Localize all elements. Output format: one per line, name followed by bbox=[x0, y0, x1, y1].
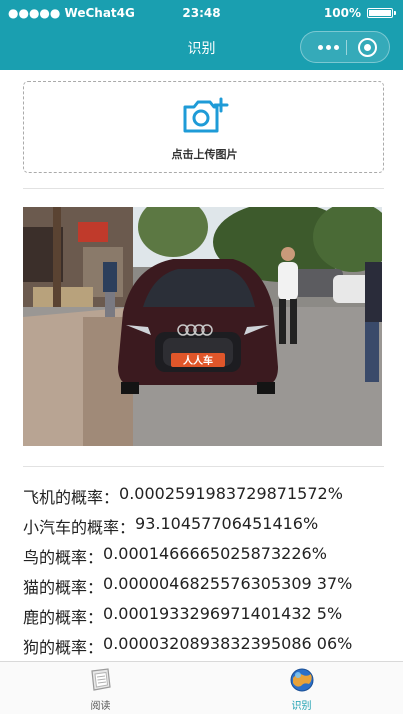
upload-image-button[interactable]: 点击上传图片 bbox=[23, 81, 384, 173]
capsule-divider bbox=[346, 40, 347, 55]
status-bar: ●●●●● WeChat4G 23:48 100% bbox=[0, 0, 403, 26]
result-row-deer: 鹿的概率： 0.0001933296971401432 5% bbox=[23, 604, 393, 634]
close-miniprogram-button[interactable] bbox=[358, 38, 377, 57]
top-bar: ●●●●● WeChat4G 23:48 100% 识别 bbox=[0, 0, 403, 70]
result-label: 鸟的概率： bbox=[23, 548, 104, 567]
battery-percent: 100% bbox=[323, 6, 361, 20]
tab-bar: 阅读 识别 bbox=[0, 661, 403, 714]
divider bbox=[23, 466, 384, 467]
uploaded-photo: 人人车 bbox=[23, 207, 382, 446]
result-row-airplane: 飞机的概率： 0.00025919837298715​72% bbox=[23, 484, 393, 514]
tab-reading[interactable]: 阅读 bbox=[0, 662, 201, 714]
plate-text: 人人车 bbox=[183, 354, 213, 367]
result-value: 0.0001466665025873226% bbox=[103, 544, 327, 563]
result-value: 0.0000320893832395086 06% bbox=[103, 634, 353, 653]
battery-area: 100% bbox=[323, 6, 396, 20]
result-value: 93.10457706451416% bbox=[135, 514, 319, 533]
result-label: 小汽车的概率： bbox=[23, 518, 136, 537]
upload-label: 点击上传图片 bbox=[171, 148, 238, 161]
result-label: 狗的概率： bbox=[23, 638, 104, 657]
more-menu-button[interactable] bbox=[311, 32, 346, 62]
tab-label: 阅读 bbox=[90, 701, 111, 712]
battery-icon bbox=[367, 8, 396, 18]
result-label: 飞机的概率： bbox=[23, 488, 120, 507]
results-list: 飞机的概率： 0.00025919837298715​72% 小汽车的概率： 93.… bbox=[23, 484, 393, 664]
camera-add-icon bbox=[183, 97, 229, 133]
result-value: 0.00025919837298715​72% bbox=[119, 484, 343, 503]
reading-icon bbox=[91, 668, 111, 691]
result-row-bird: 鸟的概率： 0.0001466665025873226% bbox=[23, 544, 393, 574]
result-value: 0.0000046825576305309 37% bbox=[103, 574, 353, 593]
result-label: 鹿的概率： bbox=[23, 608, 104, 627]
result-row-dog: 狗的概率： 0.0000320893832395086 06% bbox=[23, 634, 393, 664]
tab-recognize[interactable]: 识别 bbox=[201, 662, 402, 714]
tab-label: 识别 bbox=[291, 701, 312, 712]
miniprogram-capsule bbox=[300, 31, 390, 63]
result-value: 0.0001933296971401432 5% bbox=[103, 604, 343, 623]
divider bbox=[23, 188, 384, 189]
recognize-icon bbox=[290, 668, 314, 692]
result-row-cat: 猫的概率： 0.0000046825576305309 37% bbox=[23, 574, 393, 604]
result-label: 猫的概率： bbox=[23, 578, 104, 597]
result-row-car: 小汽车的概率： 93.10457706451416% bbox=[23, 514, 393, 544]
